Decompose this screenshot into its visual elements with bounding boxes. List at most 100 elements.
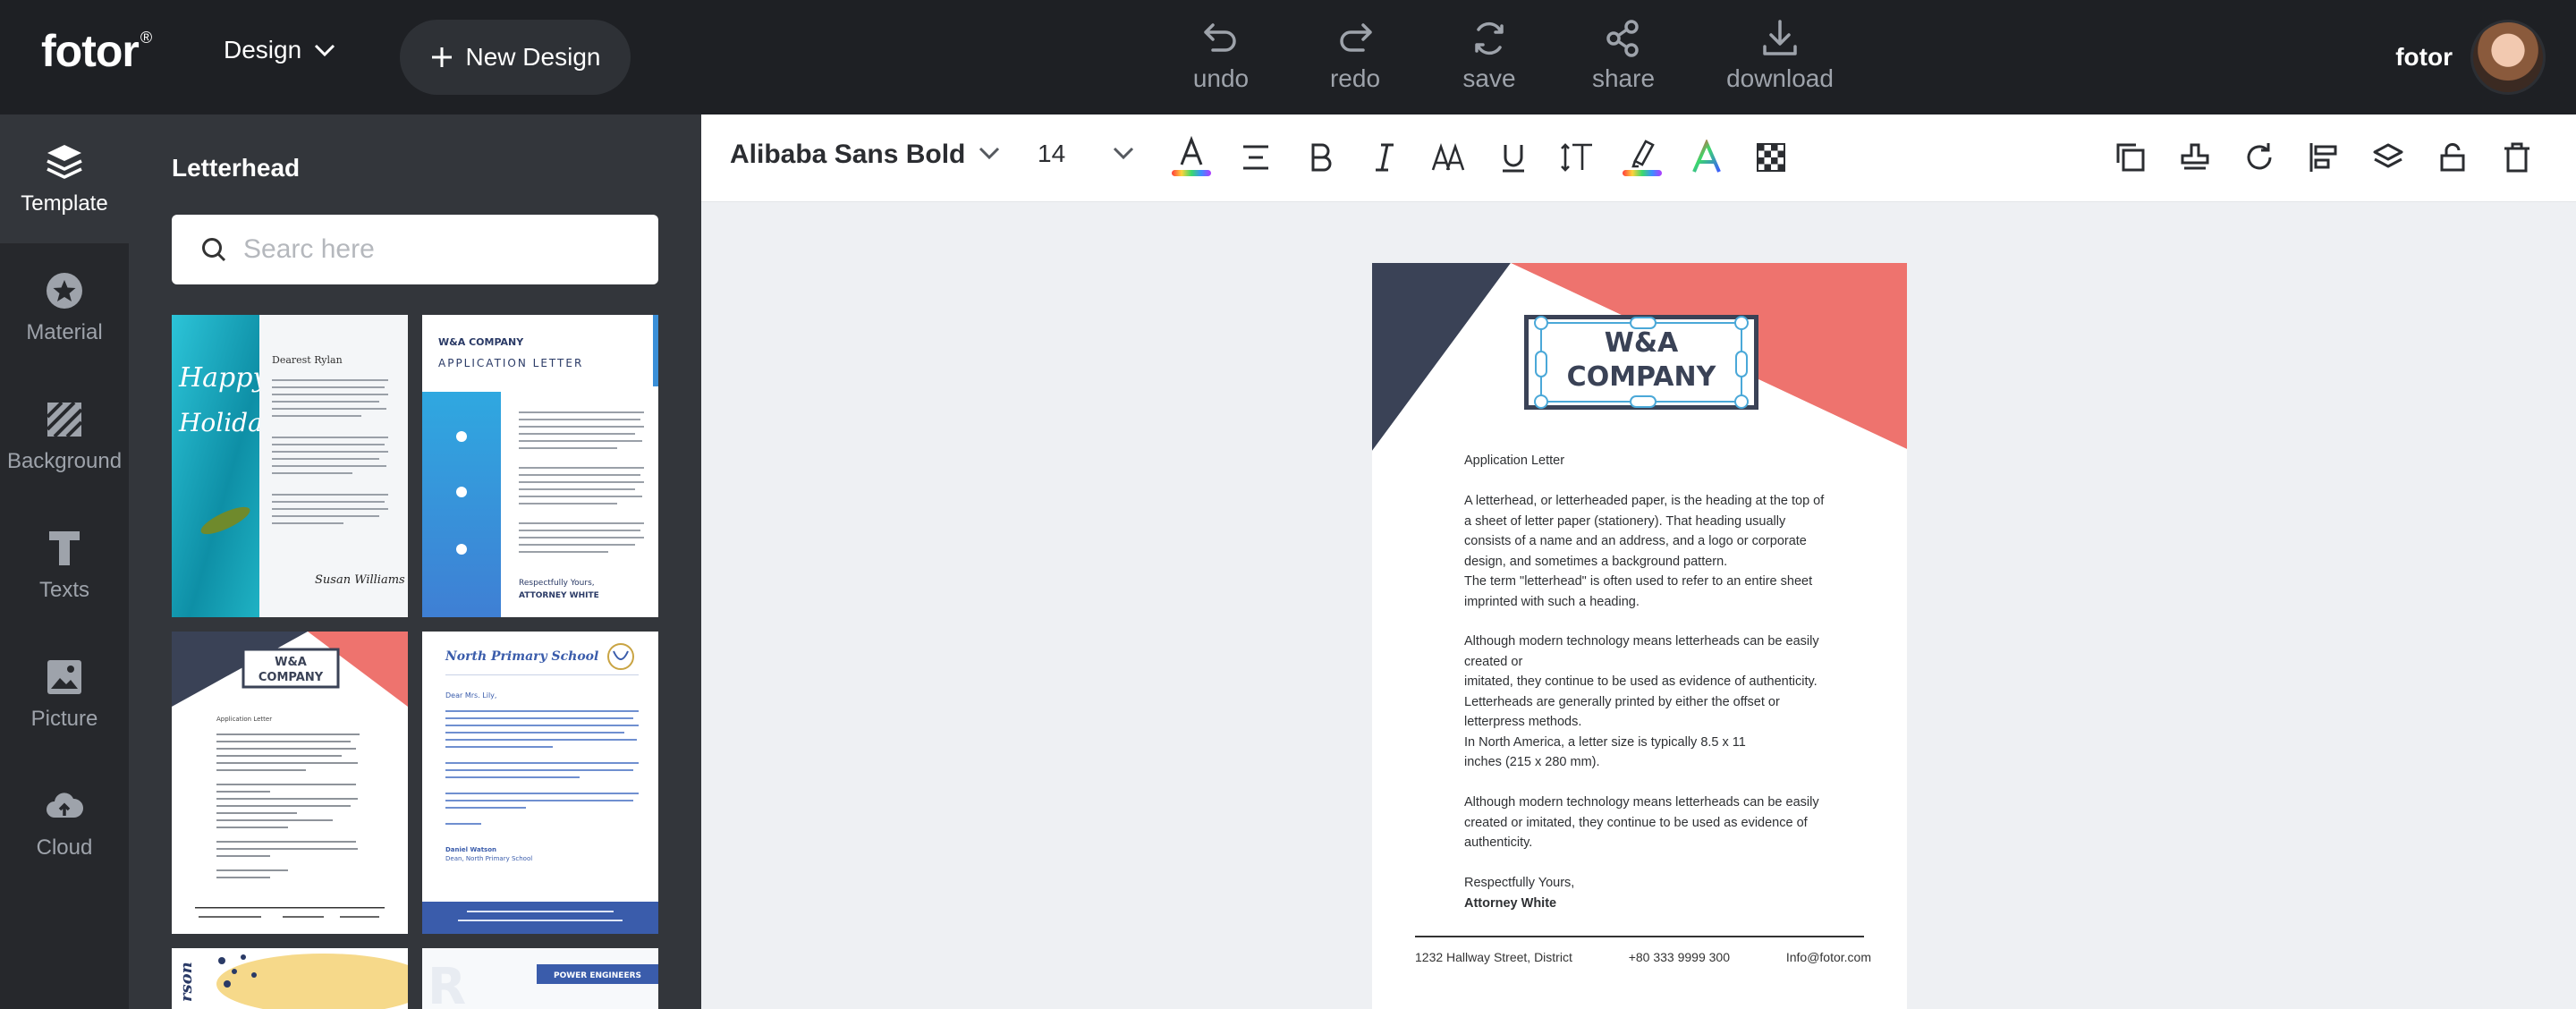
highlight-button[interactable] [1610, 131, 1674, 184]
thumb-signature: Susan Williams [315, 573, 405, 587]
save-button[interactable]: save [1422, 18, 1556, 93]
trash-icon [2504, 142, 2529, 173]
redo-button[interactable]: redo [1288, 18, 1422, 93]
align-button[interactable] [1224, 131, 1288, 184]
resize-handle-bottom-left[interactable] [1534, 394, 1548, 409]
transparency-button[interactable] [1739, 131, 1803, 184]
format-icons [1159, 131, 1803, 184]
happy-holiday-preview: Happy Holiday Dearest Rylan Susan Willia… [172, 315, 408, 617]
search-icon [202, 238, 226, 262]
search-input[interactable] [243, 234, 637, 265]
resize-handle-top-left[interactable] [1534, 316, 1548, 330]
template-thumbnail-application-letter[interactable]: W&A COMPANY APPLICATION LETTER Respectfu… [422, 315, 658, 617]
nav-item-background[interactable]: Background [0, 372, 129, 501]
chevron-down-icon [315, 44, 335, 56]
thumb-signer-4: Daniel Watson [445, 846, 496, 853]
nav-item-cloud[interactable]: Cloud [0, 759, 129, 887]
letter-heading: Application Letter [1464, 454, 1565, 468]
align-left-icon [2309, 143, 2337, 172]
nav-item-texts[interactable]: Texts [0, 501, 129, 630]
layer-button[interactable] [2356, 131, 2420, 184]
resize-handle-right[interactable] [1735, 351, 1748, 377]
nav-item-template[interactable]: Template [0, 114, 129, 243]
font-family-chevron-down-icon[interactable] [979, 147, 1000, 159]
paragraph-1: A letterhead, or letterheaded paper, is … [1464, 494, 1825, 609]
lock-button[interactable] [2420, 131, 2485, 184]
thumb-title-6: POWER ENGINEERS [554, 971, 641, 980]
font-size-chevron-down-icon[interactable] [1113, 147, 1134, 159]
duplicate-button[interactable] [2098, 131, 2163, 184]
nav-item-picture[interactable]: Picture [0, 630, 129, 759]
text-selection-frame[interactable] [1534, 316, 1749, 409]
text-effect-icon [1692, 140, 1721, 173]
thumb-role: Dean, North Primary School [445, 855, 532, 862]
thumb-closing: Respectfully Yours, [519, 579, 595, 588]
template-thumbnail-happy-holiday[interactable]: Happy Holiday Dearest Rylan Susan Willia… [172, 315, 408, 617]
underline-button[interactable] [1481, 131, 1546, 184]
fotor-logo[interactable]: fotor ® [41, 25, 152, 77]
italic-button[interactable] [1352, 131, 1417, 184]
text-case-button[interactable] [1417, 131, 1481, 184]
search-box[interactable] [172, 215, 658, 284]
delete-button[interactable] [2485, 131, 2549, 184]
background-icon [46, 401, 83, 438]
format-painter-button[interactable] [2163, 131, 2227, 184]
text-color-icon [1172, 135, 1211, 176]
power-engineers-preview: R POWER ENGINEERS [422, 948, 658, 1009]
user-menu[interactable]: fotor [2395, 20, 2546, 95]
italic-icon [1376, 143, 1394, 172]
letter-signer: Attorney White [1464, 896, 1557, 911]
design-menu[interactable]: Design [224, 36, 335, 64]
star-icon [47, 273, 82, 309]
thumb-subtitle: APPLICATION LETTER [438, 357, 583, 369]
new-design-label: New Design [465, 43, 601, 71]
text-color-button[interactable] [1159, 131, 1224, 184]
thumb-title-5: rson [177, 962, 196, 1002]
thumb-signer: ATTORNEY WHITE [519, 591, 599, 600]
undo-button[interactable]: undo [1154, 18, 1288, 93]
top-bar: fotor ® Design New Design undo redo save … [0, 0, 2576, 114]
template-thumbnail-wa-company[interactable]: W&A COMPANY Application Letter [172, 632, 408, 934]
letter-footer: 1232 Hallway Street, District +80 333 99… [1415, 950, 1871, 964]
share-button[interactable]: share [1556, 18, 1690, 93]
text-effect-button[interactable] [1674, 131, 1739, 184]
footer-address: 1232 Hallway Street, District [1415, 950, 1572, 964]
resize-handle-bottom-right[interactable] [1734, 394, 1749, 409]
template-thumbnail-5[interactable]: rson [172, 948, 408, 1009]
new-design-button[interactable]: New Design [400, 20, 631, 95]
rotate-button[interactable] [2227, 131, 2292, 184]
resize-handle-top[interactable] [1630, 317, 1657, 329]
align-objects-button[interactable] [2292, 131, 2356, 184]
align-center-icon [1243, 145, 1268, 170]
layers-icon [2373, 143, 2403, 168]
template-thumbnail-north-primary-school[interactable]: North Primary School Dear Mrs. Lily, Dan… [422, 632, 658, 934]
font-family-select[interactable]: Alibaba Sans Bold [730, 140, 965, 170]
template-thumbnail-power-engineers[interactable]: R POWER ENGINEERS [422, 948, 658, 1009]
download-icon [1763, 20, 1797, 55]
avatar[interactable] [2470, 20, 2546, 95]
paragraph-2: Although modern technology means letterh… [1464, 634, 1819, 769]
footer-divider [1415, 936, 1864, 937]
highlight-icon [1623, 140, 1662, 176]
letter-closing: Respectfully Yours, [1464, 876, 1575, 890]
cloud-icon [47, 793, 84, 818]
thumb-school: North Primary School [445, 649, 598, 664]
bold-button[interactable] [1288, 131, 1352, 184]
nav-item-material[interactable]: Material [0, 243, 129, 372]
spacing-button[interactable] [1546, 131, 1610, 184]
resize-handle-left[interactable] [1535, 351, 1547, 377]
letterhead-page[interactable]: W&A COMPANY Application Letter A letterh… [1372, 263, 1907, 1009]
user-name: fotor [2395, 43, 2453, 71]
resize-handle-top-right[interactable] [1734, 316, 1749, 330]
rotate-icon [2247, 143, 2272, 170]
left-nav: Template Material Background Texts Pictu… [0, 114, 129, 1009]
line-spacing-icon [1561, 143, 1592, 172]
layers-icon [47, 145, 82, 179]
font-size-select[interactable]: 14 [1038, 140, 1065, 168]
thumb-watermark-letter: R [428, 958, 466, 1009]
template-panel: Letterhead Happy Holiday Dearest Rylan S… [129, 114, 701, 1009]
download-button[interactable]: download [1690, 18, 1869, 93]
canvas-area[interactable]: W&A COMPANY Application Letter A letterh… [701, 202, 2576, 1009]
redo-icon [1340, 23, 1372, 52]
resize-handle-bottom[interactable] [1630, 395, 1657, 408]
